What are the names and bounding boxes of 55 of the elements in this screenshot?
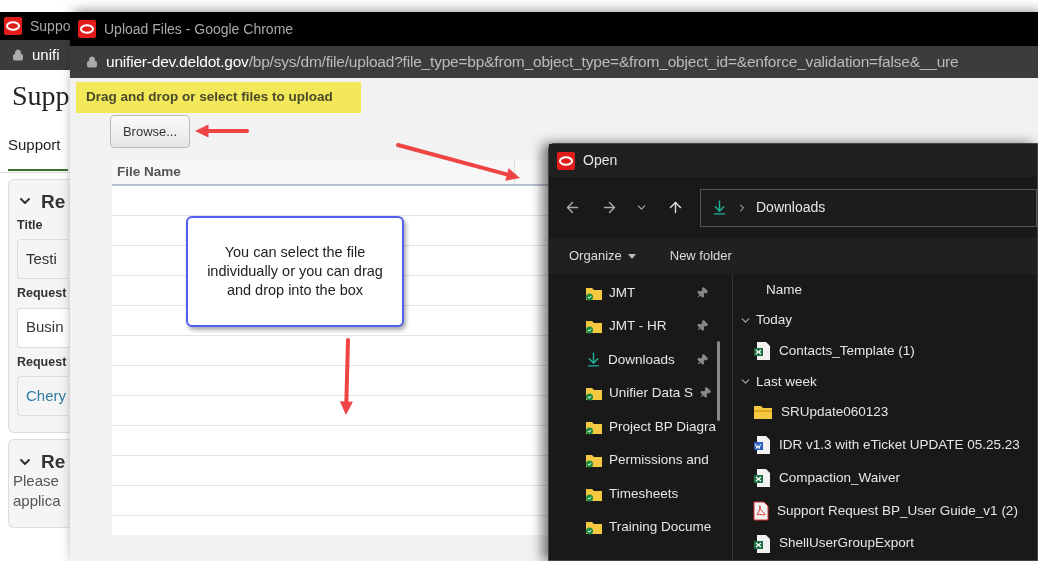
address-box[interactable]: Downloads [700,188,1037,227]
url-text: unifier-dev.deldot.gov/bp/sys/dm/file/upload?file_type=bp&from_object_type=&from_object_id=&enforce_validation=false&__ure [106,52,959,73]
spreadsheet-icon [753,533,771,554]
field-label: Request [17,355,68,368]
download-icon [711,199,728,216]
file-item[interactable]: ShellUserGroupExport [739,527,1037,560]
app-icon [557,151,575,170]
file-item[interactable]: Contacts_Template (1) [739,334,1037,368]
app-icon [78,20,96,38]
document-icon [753,435,771,456]
section-text: Please [13,471,60,491]
folder-icon [585,452,603,469]
file-item[interactable]: Support Request BP_User Guide_v1 (2) [739,494,1037,528]
field-label: Title [17,218,44,231]
new-folder-button[interactable]: New folder [669,246,732,266]
up-icon[interactable] [667,199,684,216]
folder-icon [585,519,603,536]
spreadsheet-icon [753,468,771,489]
window-title: Suppo [30,16,71,36]
app-icon [4,17,22,35]
url-text: unifi [32,44,60,65]
window-title: Upload Files - Google Chrome [104,19,294,39]
folder-icon [753,404,773,421]
lock-icon [12,49,24,61]
field-label: Request [17,287,68,300]
file-item[interactable]: SRUpdate060123 [739,396,1037,429]
download-icon [585,351,602,369]
section-heading: Re [41,191,66,211]
file-item[interactable]: Compaction_Waiver [739,461,1037,495]
input-field[interactable]: Chery [17,376,69,416]
group-header[interactable]: Today [739,306,1037,335]
page-heading: Supp [12,82,70,110]
group-header[interactable]: Last week [739,367,1037,397]
input-field[interactable]: Busin [17,307,69,348]
window-title: Open [583,151,618,170]
forward-icon[interactable] [601,199,618,216]
pdf-icon [753,500,769,521]
section-text: applica [13,491,62,511]
column-header[interactable]: Name [739,274,1037,307]
browse-button[interactable]: Browse... [110,115,190,148]
callout: You can select the file individually or you can drag and drop into the box [186,216,404,327]
back-icon[interactable] [564,199,581,216]
folder-icon [585,385,603,402]
file-item[interactable]: IDR v1.3 with eTicket UPDATE 05.25.23 [739,428,1037,462]
caret-icon [627,253,636,259]
arrow [195,124,249,138]
instruction-banner: Drag and drop or select files to upload [76,82,361,113]
tab[interactable]: Support [8,134,68,171]
scrollbar[interactable] [717,341,720,421]
folder-icon [585,318,603,335]
section-heading: Re [41,452,66,471]
spreadsheet-icon [753,341,771,362]
lock-icon [86,56,98,68]
breadcrumb-item[interactable]: Downloads [756,197,826,218]
input-field[interactable]: Testi [17,239,69,279]
